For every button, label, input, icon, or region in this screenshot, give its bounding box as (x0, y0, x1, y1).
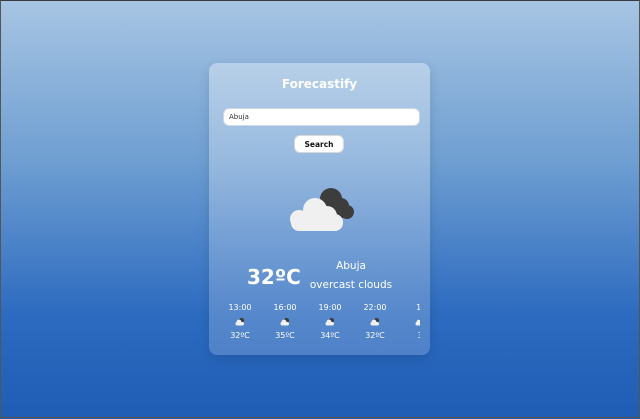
city-name: Abuja (336, 260, 366, 272)
forecast-temp: 3 (400, 331, 420, 340)
forecast-time: 16:00 (273, 303, 297, 312)
search-input[interactable] (223, 108, 420, 126)
forecast-item: 13:00 32ºC (220, 302, 260, 340)
hourly-forecast: 13:00 32ºC 16:00 35ºC 19:00 34ºC 22:00 3… (209, 302, 420, 350)
forecast-item: 22:00 32ºC (355, 302, 395, 340)
cloud-icon (415, 318, 420, 326)
forecast-item: 1: 3 (400, 302, 420, 340)
forecast-item: 19:00 34ºC (310, 302, 350, 340)
forecast-time: 22:00 (363, 303, 387, 312)
app-title: Forecastify (281, 77, 358, 91)
cloud-icon (370, 317, 380, 326)
cloud-icon (235, 317, 245, 326)
forecast-time: 13:00 (228, 303, 252, 312)
forecast-temp: 32ºC (230, 331, 250, 340)
cloud-icon (325, 317, 335, 326)
overcast-clouds-icon (290, 188, 354, 231)
cloud-icon (280, 317, 290, 326)
weather-card: Forecastify Search 32ºC Abuja overcast c… (209, 63, 430, 355)
forecast-item: 16:00 35ºC (265, 302, 305, 340)
weather-description: overcast clouds (309, 279, 393, 291)
forecast-temp: 34ºC (320, 331, 340, 340)
forecast-time: 1: (416, 303, 420, 312)
search-button[interactable]: Search (294, 135, 344, 153)
forecast-temp: 35ºC (275, 331, 295, 340)
forecast-temp: 32ºC (365, 331, 385, 340)
forecast-time: 19:00 (318, 303, 342, 312)
current-temperature: 32ºC (247, 265, 301, 289)
